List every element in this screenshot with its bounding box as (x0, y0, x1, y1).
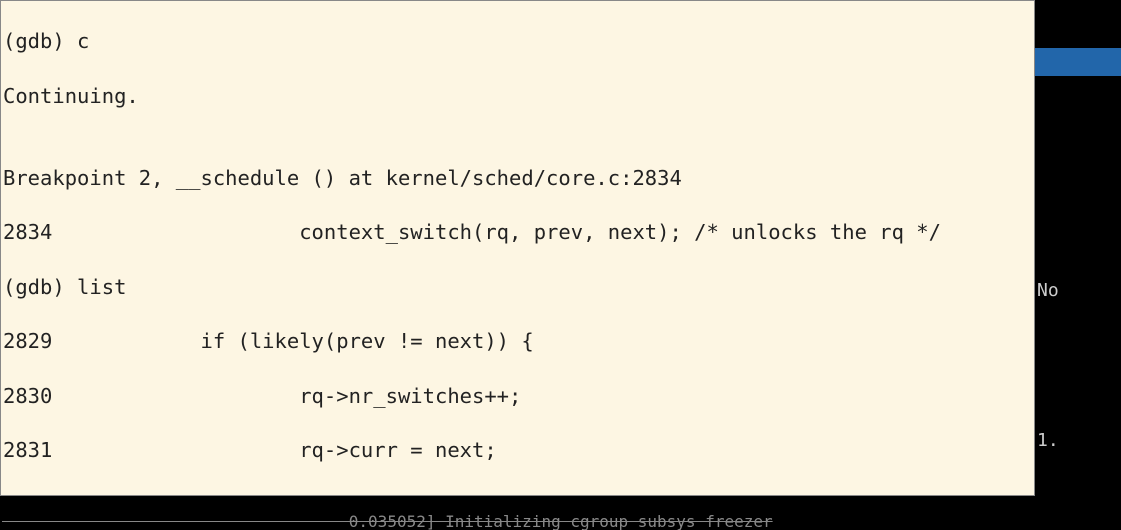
right-terminal[interactable]: No 1. cp us 6 (1035, 0, 1121, 496)
gdb-src-2830: 2830 rq->nr_switches++; (3, 383, 1032, 410)
gdb-breakpoint-hit: Breakpoint 2, __schedule () at kernel/sc… (3, 165, 1032, 192)
gdb-breakpoint-source: 2834 context_switch(rq, prev, next); /* … (3, 219, 1032, 246)
gdb-terminal[interactable]: (gdb) c Continuing. Breakpoint 2, __sche… (0, 0, 1035, 496)
right-term-frag2: 1. (1037, 428, 1119, 453)
gdb-continuing: Continuing. (3, 83, 1032, 110)
right-term-frag1: No (1037, 278, 1119, 303)
right-term-blank3 (1037, 353, 1119, 378)
right-terminal-titlebar[interactable] (1035, 48, 1121, 76)
gdb-prompt-continue: (gdb) c (3, 28, 1032, 55)
gdb-src-2831: 2831 rq->curr = next; (3, 437, 1032, 464)
right-term-blank2 (1037, 202, 1119, 227)
desktop: (gdb) c Continuing. Breakpoint 2, __sche… (0, 0, 1121, 530)
gdb-src-2829: 2829 if (likely(prev != next)) { (3, 328, 1032, 355)
bottom-terminal[interactable]: 0.035052] Initializing cgroup subsys fre… (0, 496, 1121, 530)
gdb-prompt-list: (gdb) list (3, 274, 1032, 301)
right-term-blank1 (1037, 127, 1119, 152)
bottom-term-line1: 0.035052] Initializing cgroup subsys fre… (2, 512, 773, 530)
